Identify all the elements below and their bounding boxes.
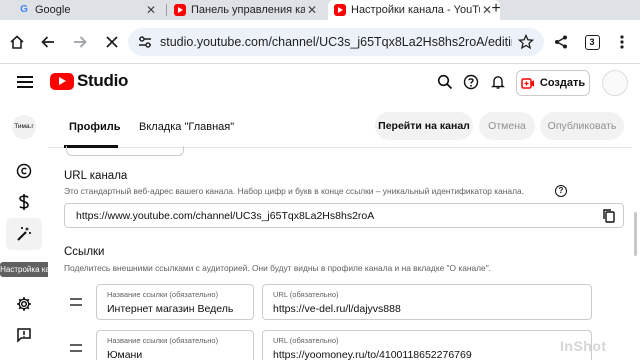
channel-avatar[interactable]: Тима.г xyxy=(12,115,36,139)
stop-loading-button[interactable] xyxy=(101,31,123,53)
search-icon xyxy=(437,74,453,90)
bookmark-star-icon[interactable] xyxy=(518,34,534,50)
address-bar[interactable]: studio.youtube.com/channel/UC3s_j65Tqx8L… xyxy=(128,28,544,56)
dollar-icon xyxy=(19,194,29,210)
nav-customization[interactable] xyxy=(6,218,42,250)
tab-title: Google xyxy=(35,4,71,16)
channel-url-value: https://www.youtube.com/channel/UC3s_j65… xyxy=(76,210,375,222)
tab-close-icon[interactable]: ✕ xyxy=(305,3,319,17)
watermark: InShot xyxy=(560,338,607,354)
copyright-icon xyxy=(16,163,32,179)
back-button[interactable] xyxy=(37,31,59,53)
nav-earn[interactable] xyxy=(13,191,35,213)
link-name-field[interactable]: Название ссылки (обязательно) Юмани xyxy=(96,330,254,360)
account-avatar[interactable] xyxy=(602,70,628,96)
browser-toolbar: studio.youtube.com/channel/UC3s_j65Tqx8L… xyxy=(0,20,640,64)
link-name-value: Юмани xyxy=(107,349,143,360)
left-nav: Тима.г xyxy=(0,104,48,360)
link-url-value: https://yoomoney.ru/to/4100118652276769 xyxy=(273,349,472,360)
link-url-field[interactable]: URL (обязательно) https://yoomoney.ru/to… xyxy=(262,330,592,360)
publish-button[interactable]: Опубликовать xyxy=(540,112,624,140)
tab-profile[interactable]: Профиль xyxy=(69,121,120,133)
home-icon xyxy=(10,35,24,49)
go-to-channel-button[interactable]: Перейти на канал xyxy=(375,112,473,140)
cancel-button[interactable]: Отмена xyxy=(479,112,535,140)
back-arrow-icon xyxy=(41,36,54,48)
drag-handle-icon[interactable] xyxy=(70,344,82,352)
tab-home[interactable]: Вкладка "Главная" xyxy=(139,121,234,133)
channel-url-description: Это стандартный веб-адрес вашего канала.… xyxy=(64,186,524,196)
forward-arrow-icon xyxy=(74,36,87,48)
nav-settings[interactable] xyxy=(13,293,35,315)
logo-text: Studio xyxy=(77,71,129,90)
browser-tab-google[interactable]: G Google ✕ xyxy=(12,0,164,20)
channel-url-field[interactable]: https://www.youtube.com/channel/UC3s_j65… xyxy=(64,203,624,228)
bell-icon xyxy=(491,76,505,89)
video-camera-plus-icon xyxy=(521,77,534,89)
main-content: Профиль Вкладка "Главная" Перейти на кан… xyxy=(48,104,632,360)
hamburger-menu-icon[interactable] xyxy=(17,74,33,90)
link-row: Название ссылки (обязательно) Интернет м… xyxy=(48,284,632,324)
studio-header: Studio Создать xyxy=(0,64,640,104)
help-icon[interactable]: ? xyxy=(555,185,567,197)
new-tab-button[interactable]: + xyxy=(487,0,505,20)
forward-button[interactable] xyxy=(69,31,91,53)
magic-wand-icon xyxy=(17,227,31,241)
drag-handle-icon[interactable] xyxy=(70,298,82,306)
search-button[interactable] xyxy=(436,73,454,91)
create-button-label: Создать xyxy=(539,77,586,89)
nav-copyright[interactable] xyxy=(13,160,35,182)
link-url-value: https://ve-del.ru/l/dajyvs888 xyxy=(273,303,401,315)
link-url-label: URL (обязательно) xyxy=(273,336,339,345)
youtube-favicon-icon xyxy=(334,4,346,16)
browser-tabstrip: G Google ✕ Панель управления канала ✕ На… xyxy=(0,0,640,20)
close-icon xyxy=(106,36,118,48)
link-url-label: URL (обязательно) xyxy=(273,290,339,299)
share-button[interactable] xyxy=(550,31,572,53)
link-row: Название ссылки (обязательно) Юмани URL … xyxy=(48,330,632,360)
youtube-favicon-icon xyxy=(174,4,186,16)
address-url[interactable]: studio.youtube.com/channel/UC3s_j65Tqx8L… xyxy=(160,35,512,49)
youtube-logo-icon xyxy=(50,72,74,90)
link-name-label: Название ссылки (обязательно) xyxy=(107,336,219,345)
page-tabs: Профиль Вкладка "Главная" Перейти на кан… xyxy=(48,104,632,148)
links-description: Поделитесь внешними ссылками с аудиторие… xyxy=(64,263,492,273)
home-button[interactable] xyxy=(6,31,28,53)
tab-count: 3 xyxy=(584,34,600,50)
site-settings-icon[interactable] xyxy=(138,35,152,49)
link-name-label: Название ссылки (обязательно) xyxy=(107,290,219,299)
tab-title: Настройки канала - YouTube xyxy=(351,4,480,16)
more-vert-icon xyxy=(620,35,624,49)
help-circle-icon xyxy=(463,74,479,90)
notifications-button[interactable] xyxy=(489,73,507,91)
share-icon xyxy=(555,35,567,49)
studio-logo[interactable]: Studio xyxy=(50,71,128,91)
create-button[interactable]: Создать xyxy=(516,70,590,96)
browser-tab-settings[interactable]: Настройки канала - YouTube ✕ xyxy=(328,0,500,20)
tab-title: Панель управления канала xyxy=(191,4,305,16)
browser-menu-button[interactable] xyxy=(611,31,633,53)
gear-icon xyxy=(17,297,31,311)
nav-feedback[interactable] xyxy=(13,324,35,346)
channel-url-title: URL канала xyxy=(64,170,128,182)
google-favicon-icon: G xyxy=(20,4,28,15)
help-button[interactable] xyxy=(462,73,480,91)
page-scrollbar[interactable] xyxy=(634,212,637,256)
previous-field-edge xyxy=(66,146,184,156)
feedback-icon xyxy=(17,328,31,343)
links-title: Ссылки xyxy=(64,246,105,258)
tab-switcher-button[interactable]: 3 xyxy=(581,31,603,53)
copy-icon[interactable] xyxy=(601,208,617,224)
link-url-field[interactable]: URL (обязательно) https://ve-del.ru/l/da… xyxy=(262,284,592,320)
tab-separator xyxy=(166,4,167,16)
link-name-field[interactable]: Название ссылки (обязательно) Интернет м… xyxy=(96,284,254,320)
tab-close-icon[interactable]: ✕ xyxy=(144,3,158,17)
browser-tab-dashboard[interactable]: Панель управления канала ✕ xyxy=(168,0,325,20)
link-name-value: Интернет магазин Ведель xyxy=(107,303,234,315)
